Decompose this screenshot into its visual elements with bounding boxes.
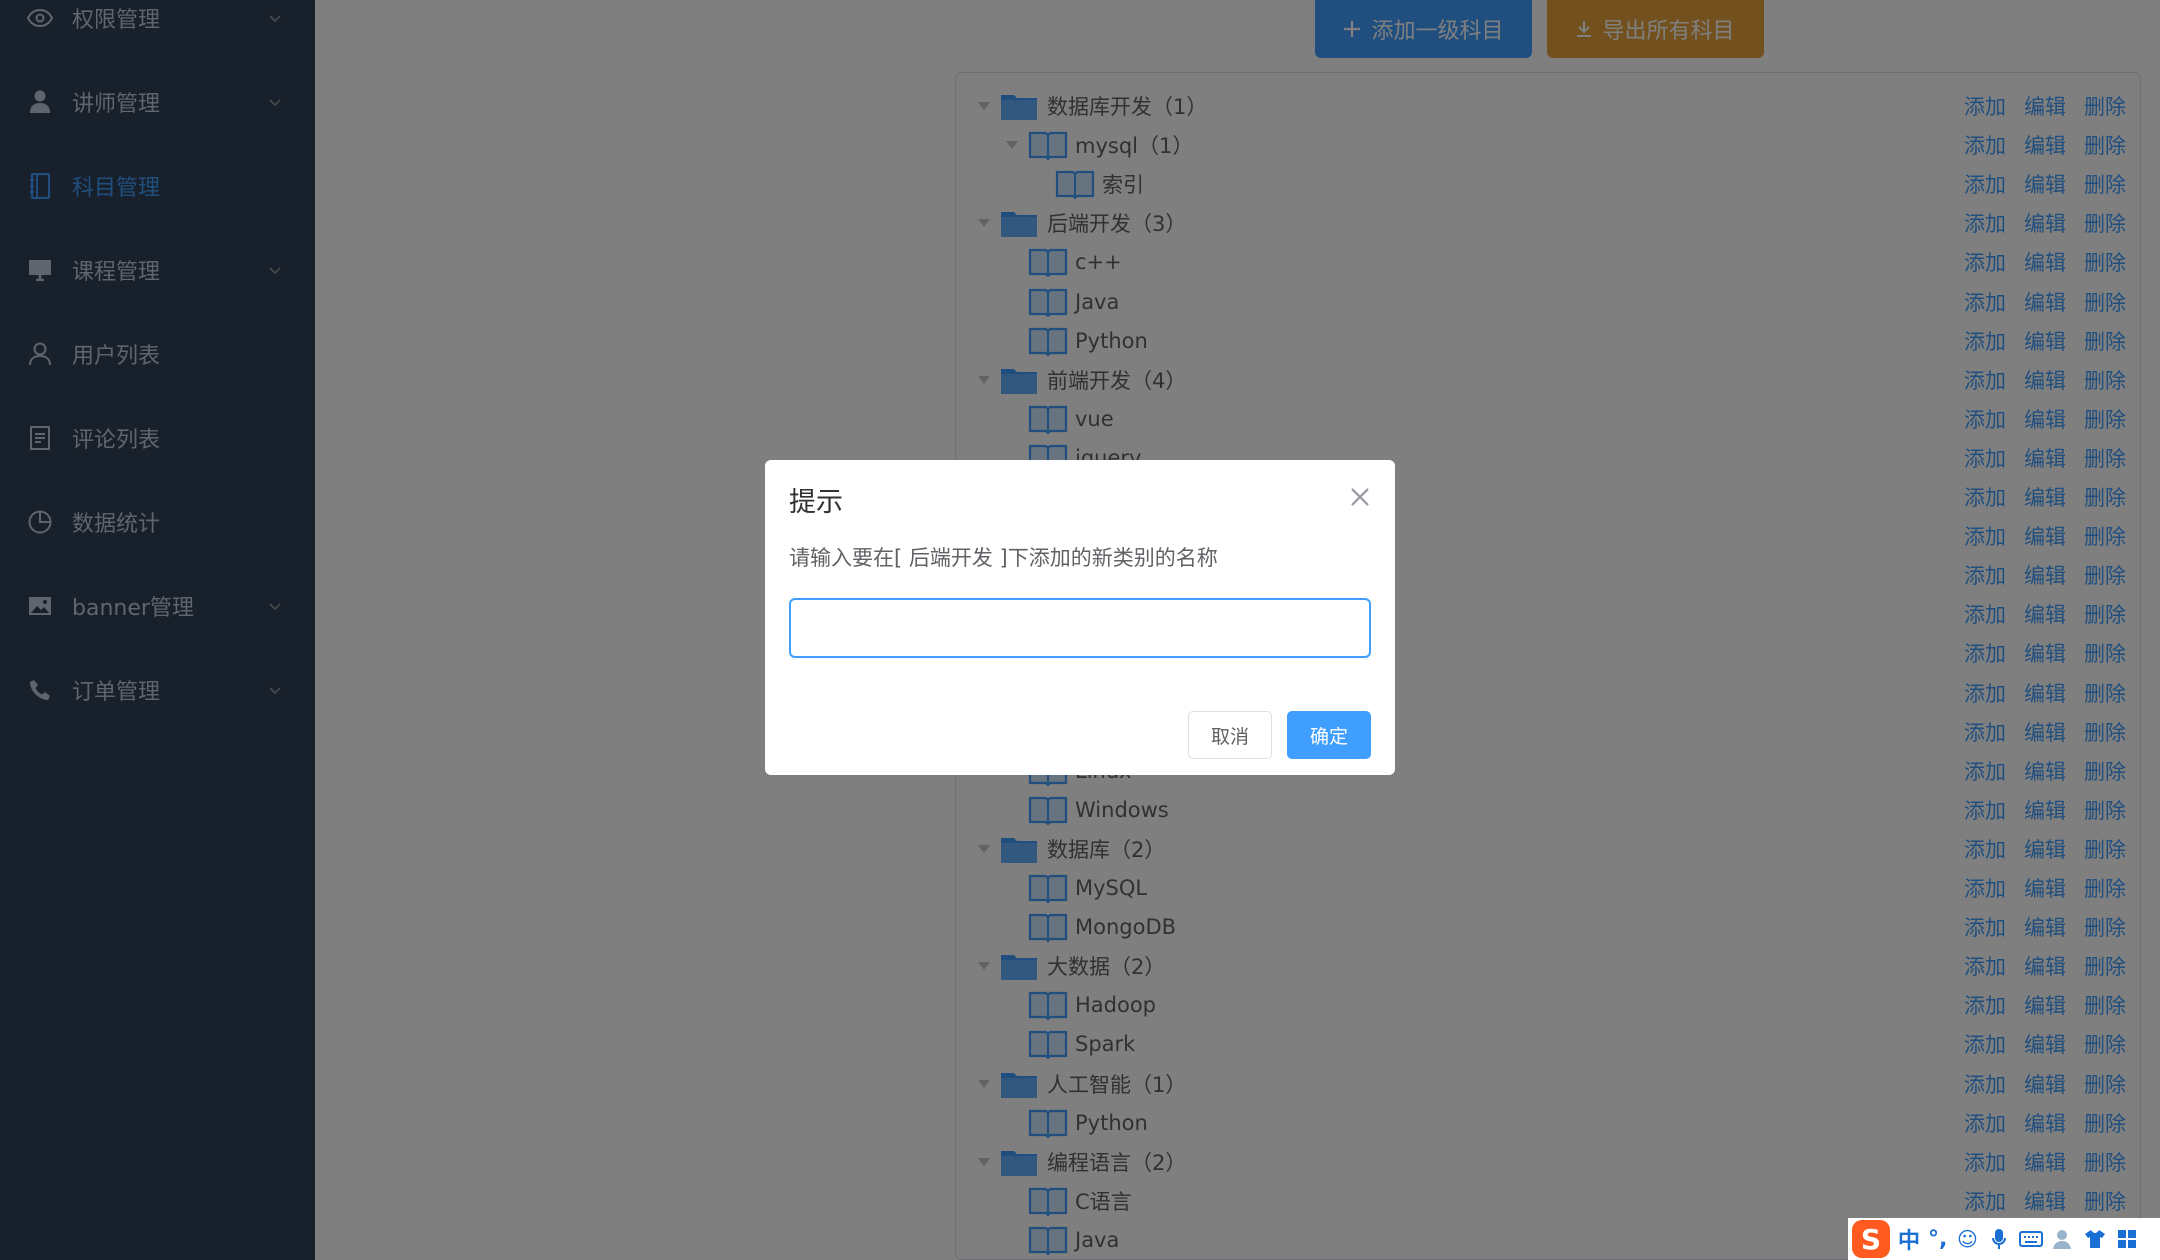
skin-shirt-icon[interactable] bbox=[2083, 1227, 2107, 1251]
user-avatar-icon[interactable] bbox=[2051, 1227, 2075, 1251]
microphone-icon[interactable] bbox=[1987, 1227, 2011, 1251]
confirm-button[interactable]: 确定 bbox=[1287, 711, 1371, 759]
category-name-input[interactable] bbox=[789, 598, 1371, 658]
close-icon[interactable] bbox=[1349, 486, 1371, 508]
ime-toolbar: S 中 °, ☺ bbox=[1848, 1218, 2160, 1260]
dialog-title: 提示 bbox=[789, 487, 843, 518]
toolbox-grid-icon[interactable] bbox=[2115, 1227, 2139, 1251]
sogou-logo-icon[interactable]: S bbox=[1852, 1220, 1890, 1258]
prompt-dialog: 提示 请输入要在[ 后端开发 ]下添加的新类别的名称 取消 确定 bbox=[765, 460, 1395, 775]
dialog-message: 请输入要在[ 后端开发 ]下添加的新类别的名称 bbox=[789, 546, 1218, 570]
ime-punct[interactable]: °, bbox=[1928, 1227, 1947, 1252]
ime-mode[interactable]: 中 bbox=[1898, 1223, 1920, 1255]
keyboard-icon[interactable] bbox=[2019, 1227, 2044, 1251]
emoji-icon[interactable]: ☺ bbox=[1955, 1227, 1979, 1251]
cancel-button[interactable]: 取消 bbox=[1188, 711, 1272, 759]
